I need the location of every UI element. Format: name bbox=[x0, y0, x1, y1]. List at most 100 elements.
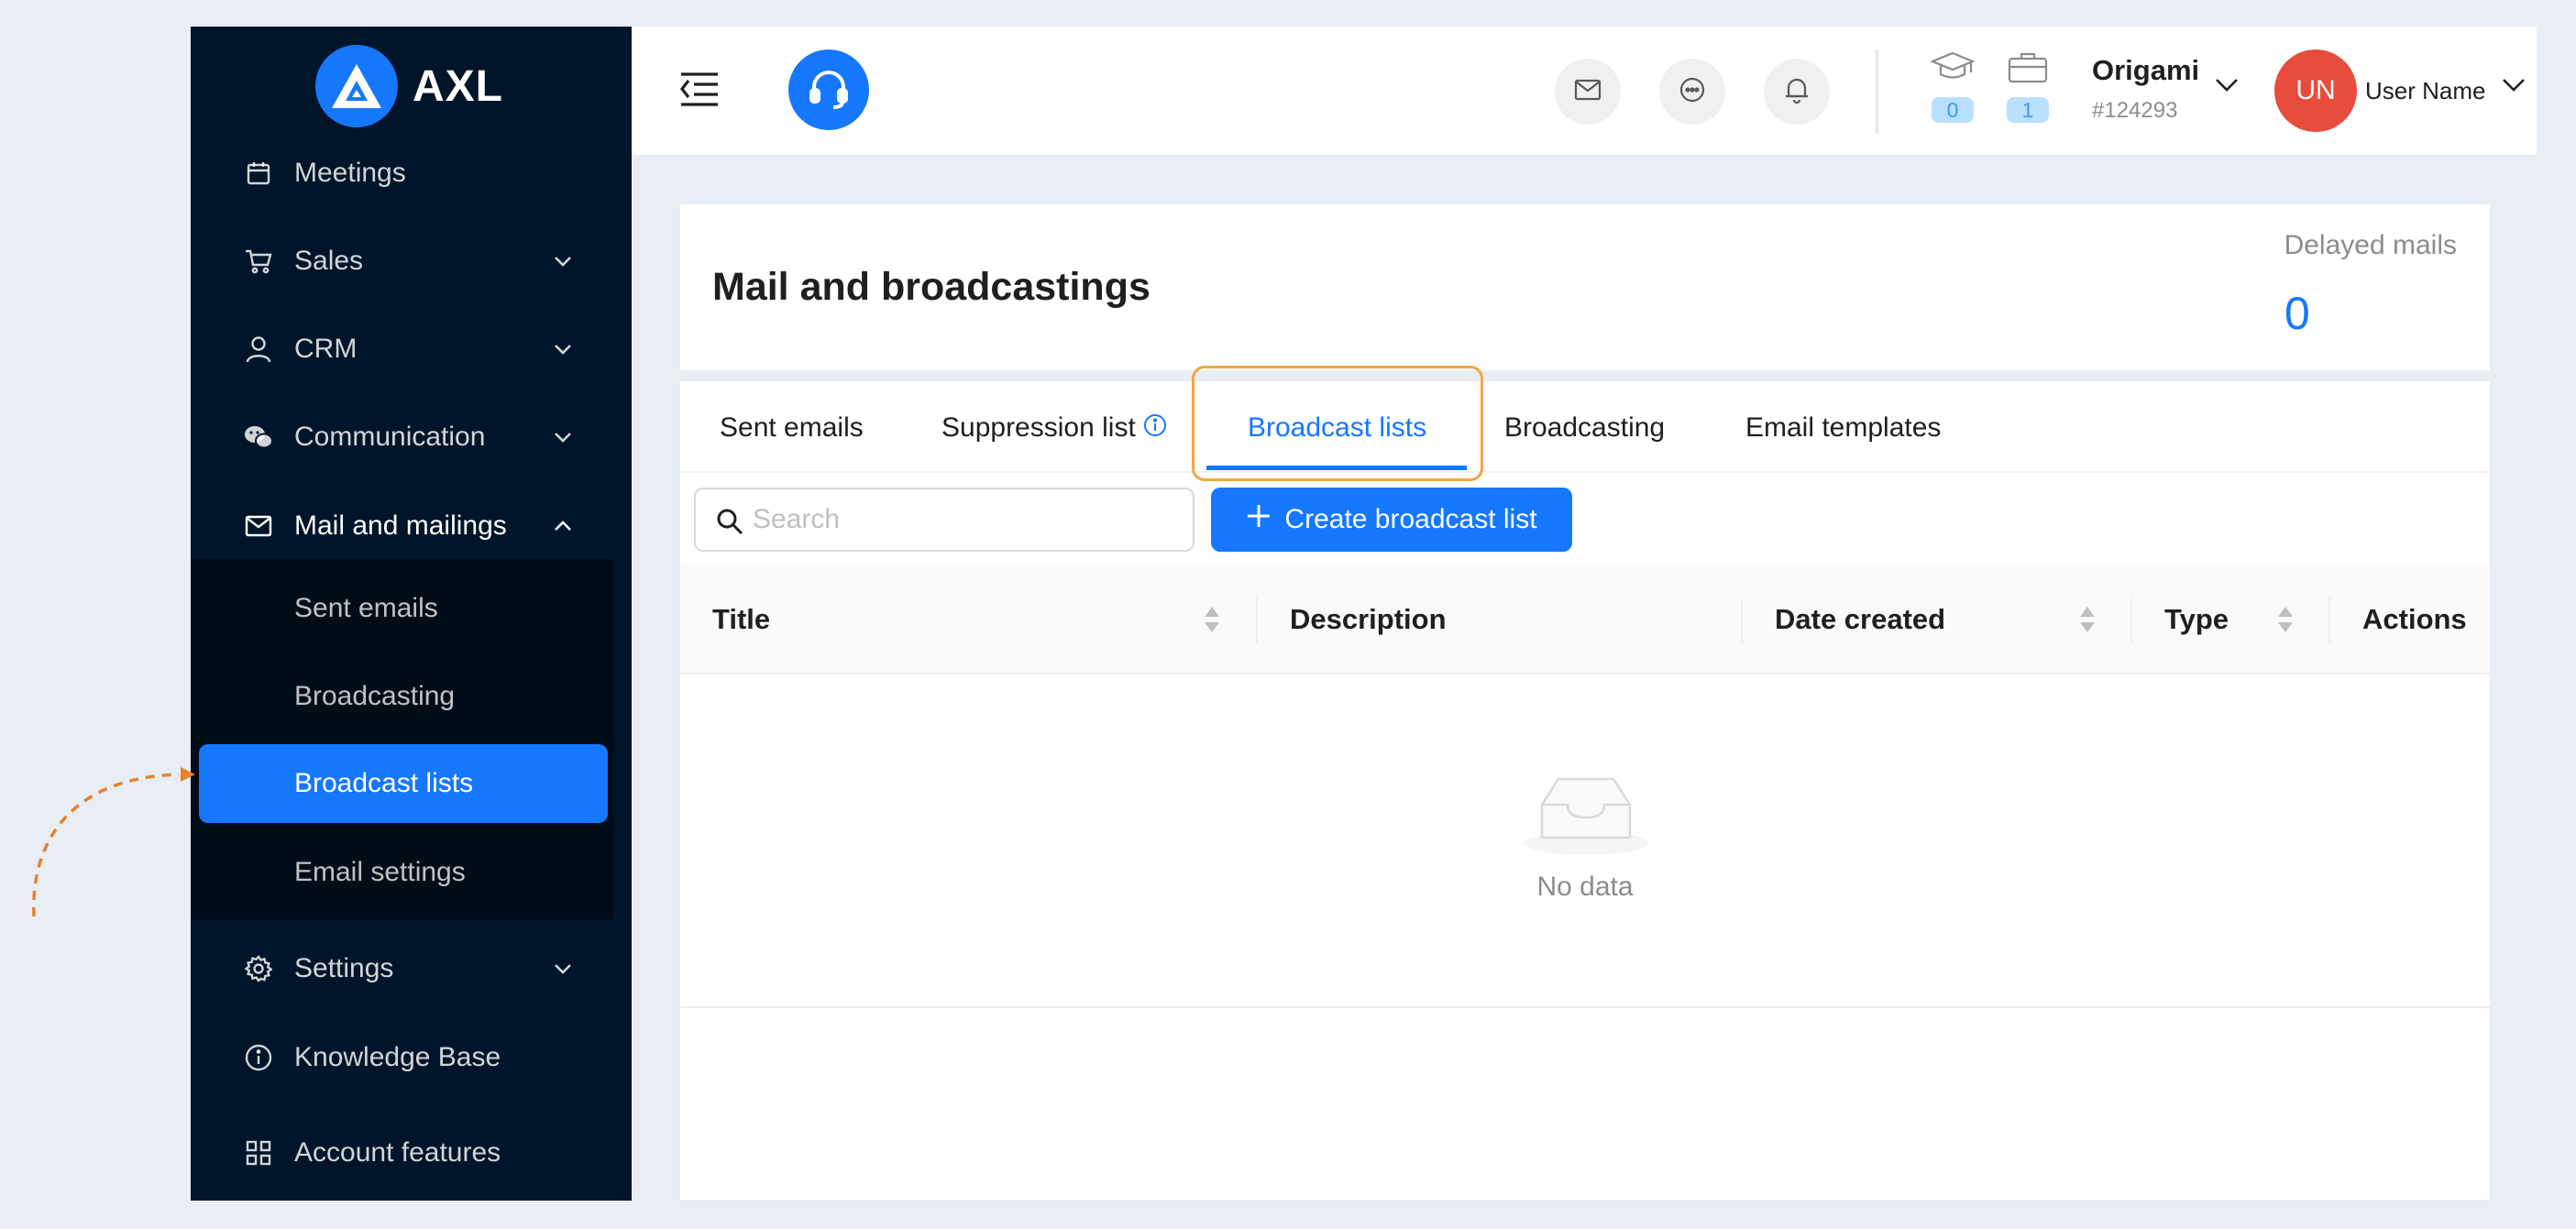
tab-bar: Sent emails Suppression list Broadcast l… bbox=[680, 366, 2490, 481]
company-switcher[interactable]: Origami #124293 bbox=[2092, 54, 2199, 124]
calendar-icon bbox=[244, 159, 273, 188]
table-header: Title Description Date created Type Acti… bbox=[680, 565, 2490, 675]
tab-sent-emails[interactable]: Sent emails bbox=[720, 412, 864, 444]
gear-icon bbox=[244, 954, 273, 983]
submenu-item-label: Email settings bbox=[294, 857, 466, 887]
sidebar-item-meetings[interactable]: Meetings bbox=[191, 134, 632, 213]
user-name[interactable]: User Name bbox=[2365, 77, 2485, 105]
submenu-item-label: Broadcasting bbox=[294, 681, 456, 711]
column-header-type[interactable]: Type bbox=[2164, 603, 2229, 636]
mail-icon bbox=[1574, 79, 1602, 105]
submenu-item-label: Broadcast lists bbox=[294, 768, 474, 798]
chevron-down-icon[interactable] bbox=[2502, 78, 2529, 105]
column-divider bbox=[2130, 598, 2132, 643]
search-input[interactable] bbox=[753, 499, 1174, 541]
user-icon bbox=[244, 335, 273, 364]
column-divider bbox=[1256, 598, 1258, 643]
chevron-down-icon bbox=[550, 336, 576, 362]
company-id: #124293 bbox=[2092, 98, 2178, 123]
column-header-description: Description bbox=[1290, 603, 1447, 635]
column-header-actions: Actions bbox=[2362, 603, 2467, 635]
sidebar-item-label: CRM bbox=[294, 334, 358, 364]
tab-broadcasting[interactable]: Broadcasting bbox=[1504, 412, 1665, 444]
empty-state-text: No data bbox=[1536, 872, 1634, 902]
delayed-mails-value: 0 bbox=[2284, 288, 2310, 339]
jobs-widget[interactable]: 1 bbox=[2004, 50, 2052, 133]
company-name: Origami bbox=[2092, 54, 2200, 86]
cart-icon bbox=[244, 247, 273, 276]
column-header-title[interactable]: Title bbox=[712, 603, 770, 636]
column-divider bbox=[2328, 598, 2330, 643]
delayed-mails-label: Delayed mails bbox=[2284, 230, 2457, 260]
headset-icon bbox=[806, 65, 852, 115]
chat-icon bbox=[1679, 76, 1706, 108]
chevron-down-icon bbox=[550, 248, 576, 274]
plus-icon bbox=[1246, 503, 1271, 536]
search-icon bbox=[716, 508, 743, 535]
messages-button[interactable] bbox=[1555, 59, 1621, 125]
sidebar-item-settings[interactable]: Settings bbox=[191, 929, 632, 1008]
create-button-label: Create broadcast list bbox=[1284, 504, 1537, 534]
wechat-icon bbox=[244, 422, 273, 452]
courses-count-badge: 0 bbox=[1932, 97, 1974, 123]
avatar[interactable]: UN bbox=[2274, 49, 2357, 132]
submenu-item-label: Sent emails bbox=[294, 593, 438, 623]
empty-inbox-icon bbox=[1522, 768, 1650, 858]
search-field[interactable] bbox=[694, 488, 1194, 552]
mail-submenu: Sent emails Broadcasting Broadcast lists… bbox=[191, 559, 613, 919]
chat-button[interactable] bbox=[1659, 59, 1725, 125]
submenu-item-broadcast-lists[interactable]: Broadcast lists bbox=[199, 744, 608, 823]
sort-icon[interactable] bbox=[1203, 605, 1221, 634]
sidebar-item-label: Sales bbox=[294, 246, 364, 276]
sidebar-item-mail-and-mailings[interactable]: Mail and mailings bbox=[191, 487, 632, 565]
sidebar-item-label: Knowledge Base bbox=[294, 1042, 501, 1072]
chevron-down-icon[interactable] bbox=[2215, 78, 2242, 105]
sidebar-item-sales[interactable]: Sales bbox=[191, 222, 632, 301]
menu-collapse-icon[interactable] bbox=[679, 71, 720, 111]
sidebar-item-label: Account features bbox=[294, 1137, 501, 1168]
top-header: 0 1 Origami #124293 UN User Name bbox=[632, 27, 2537, 155]
content-card: Sent emails Suppression list Broadcast l… bbox=[680, 366, 2490, 1200]
info-icon[interactable] bbox=[1143, 413, 1167, 444]
sidebar-item-label: Meetings bbox=[294, 158, 406, 188]
grid-icon bbox=[244, 1138, 273, 1168]
support-button[interactable] bbox=[788, 49, 869, 130]
chevron-down-icon bbox=[550, 956, 576, 982]
jobs-count-badge: 1 bbox=[2007, 97, 2049, 123]
page-header-card: Mail and broadcastings Delayed mails 0 bbox=[680, 204, 2490, 370]
chevron-down-icon bbox=[550, 424, 576, 450]
notifications-button[interactable] bbox=[1764, 59, 1830, 125]
mail-icon bbox=[244, 511, 273, 541]
sidebar-item-label: Mail and mailings bbox=[294, 510, 507, 541]
column-divider bbox=[1741, 598, 1743, 643]
page-title: Mail and broadcastings bbox=[712, 265, 1150, 309]
sidebar-item-crm[interactable]: CRM bbox=[191, 310, 632, 389]
tab-label: Suppression list bbox=[941, 412, 1136, 443]
tutorial-highlight bbox=[1192, 366, 1483, 481]
bell-icon bbox=[1784, 76, 1810, 108]
create-broadcast-list-button[interactable]: Create broadcast list bbox=[1211, 488, 1572, 552]
sort-icon[interactable] bbox=[2078, 605, 2097, 634]
chevron-up-icon bbox=[550, 513, 576, 539]
sidebar: AXL Meetings Sales CRM Communication Mai… bbox=[191, 27, 632, 1201]
pointer-arrow-icon bbox=[32, 767, 195, 917]
sidebar-item-knowledge-base[interactable]: Knowledge Base bbox=[191, 1018, 632, 1097]
submenu-item-sent-emails[interactable]: Sent emails bbox=[191, 569, 613, 648]
sidebar-item-label: Settings bbox=[294, 953, 394, 983]
brand-name: AXL bbox=[413, 61, 503, 111]
submenu-item-broadcasting[interactable]: Broadcasting bbox=[191, 657, 613, 736]
header-divider bbox=[1876, 49, 1878, 134]
info-icon bbox=[244, 1043, 273, 1072]
tab-email-templates[interactable]: Email templates bbox=[1745, 412, 1941, 444]
sidebar-item-label: Communication bbox=[294, 422, 486, 452]
courses-widget[interactable]: 0 bbox=[1929, 50, 1976, 133]
sidebar-item-communication[interactable]: Communication bbox=[191, 398, 632, 477]
submenu-item-email-settings[interactable]: Email settings bbox=[191, 833, 613, 912]
empty-state: No data bbox=[680, 676, 2490, 1008]
graduation-cap-icon bbox=[1930, 50, 1976, 88]
tab-suppression-list[interactable]: Suppression list bbox=[941, 412, 1167, 444]
brand-logo[interactable]: AXL bbox=[315, 45, 503, 127]
column-header-date-created[interactable]: Date created bbox=[1775, 603, 1945, 636]
sort-icon[interactable] bbox=[2276, 605, 2295, 634]
sidebar-item-account-features[interactable]: Account features bbox=[191, 1114, 632, 1192]
